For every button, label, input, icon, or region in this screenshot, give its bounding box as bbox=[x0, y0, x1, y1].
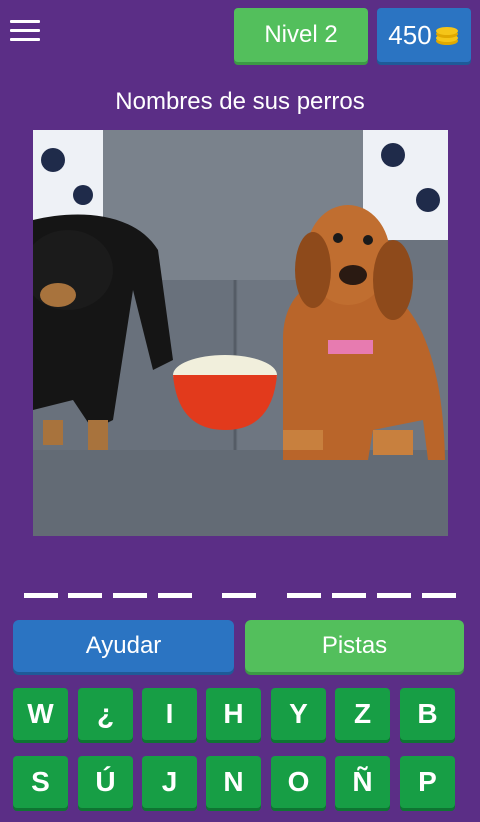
letter-key[interactable]: Ñ bbox=[335, 756, 390, 808]
letter-key[interactable]: H bbox=[206, 688, 261, 740]
level-button[interactable]: Nivel 2 bbox=[234, 8, 368, 62]
answer-slots bbox=[0, 593, 480, 599]
letter-key[interactable]: J bbox=[142, 756, 197, 808]
letter-key[interactable]: O bbox=[271, 756, 326, 808]
letter-key[interactable]: Z bbox=[335, 688, 390, 740]
key-label: B bbox=[417, 698, 438, 729]
answer-slot bbox=[377, 593, 411, 598]
key-label: O bbox=[287, 766, 310, 797]
key-label: J bbox=[161, 766, 178, 797]
key-label: Ú bbox=[95, 766, 116, 797]
hints-button[interactable]: Pistas bbox=[245, 620, 464, 672]
key-label: Z bbox=[353, 698, 372, 729]
answer-slot bbox=[222, 593, 256, 598]
letter-key[interactable]: W bbox=[13, 688, 68, 740]
key-label: I bbox=[165, 698, 174, 729]
coins-button[interactable]: 450 bbox=[377, 8, 471, 62]
answer-slot bbox=[332, 593, 366, 598]
answer-slot bbox=[113, 593, 147, 598]
key-label: ¿ bbox=[96, 698, 115, 729]
answer-slot bbox=[287, 593, 321, 598]
key-label: S bbox=[31, 766, 50, 797]
letter-key[interactable]: Y bbox=[271, 688, 326, 740]
key-label: H bbox=[223, 698, 244, 729]
puzzle-title: Nombres de sus perros bbox=[115, 88, 365, 115]
puzzle-image bbox=[33, 130, 448, 536]
answer-slot bbox=[422, 593, 456, 598]
letter-key[interactable]: B bbox=[400, 688, 455, 740]
letter-key[interactable]: N bbox=[206, 756, 261, 808]
coins-count: 450 bbox=[388, 19, 432, 50]
letter-key[interactable]: ¿ bbox=[78, 688, 133, 740]
letter-key[interactable]: I bbox=[142, 688, 197, 740]
menu-icon[interactable] bbox=[10, 20, 40, 46]
answer-slot bbox=[24, 593, 58, 598]
key-label: Ñ bbox=[352, 766, 373, 797]
key-label: N bbox=[223, 766, 244, 797]
answer-slot bbox=[68, 593, 102, 598]
key-label: Y bbox=[289, 698, 308, 729]
letter-key[interactable]: S bbox=[13, 756, 68, 808]
coin-stack-icon bbox=[435, 27, 458, 45]
help-label: Ayudar bbox=[85, 632, 162, 659]
key-label: W bbox=[27, 698, 54, 729]
help-button[interactable]: Ayudar bbox=[13, 620, 234, 672]
letter-key[interactable]: P bbox=[400, 756, 455, 808]
letter-key[interactable]: Ú bbox=[78, 756, 133, 808]
key-label: P bbox=[418, 766, 437, 797]
hints-label: Pistas bbox=[321, 632, 388, 659]
level-label: Nivel 2 bbox=[264, 21, 338, 48]
answer-slot bbox=[158, 593, 192, 598]
